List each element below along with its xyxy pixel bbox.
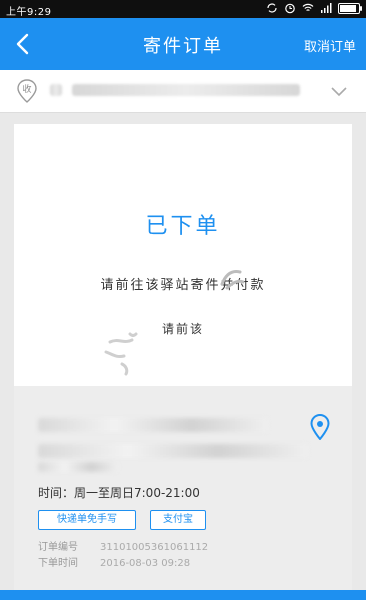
order-status-card: 已下单 请前往该驿站寄件并付款 请前该 (14, 124, 352, 386)
status-time: 上午9:29 (6, 7, 52, 18)
receiver-badge: 收 (22, 83, 31, 95)
blurred-station-address (38, 462, 118, 472)
chevron-down-icon[interactable] (330, 82, 348, 100)
cancel-order-button[interactable]: 取消订单 (304, 36, 356, 55)
signal-icon (321, 3, 332, 13)
blurred-address (72, 84, 300, 96)
order-time-label: 下单时间 (38, 558, 78, 569)
alarm-icon (285, 3, 295, 14)
order-sub-text: 请前该 (161, 322, 204, 336)
status-icons (266, 2, 362, 14)
order-number-label: 订单编号 (38, 542, 78, 553)
order-instruction: 请前往该驿站寄件并付款 (100, 278, 266, 293)
location-icon[interactable] (310, 414, 330, 440)
wifi-icon (302, 3, 314, 11)
battery-icon (338, 2, 362, 14)
status-bar: 上午9:29 (0, 0, 366, 18)
handwritten-mark (220, 270, 245, 290)
tag-no-handwriting: 快递单免手写 (38, 510, 136, 530)
order-time-row: 下单时间 2016-08-03 09:28 (38, 554, 190, 569)
station-hours: 时间：周一至周日7:00-21:00 (38, 486, 200, 500)
bottom-accent-bar (0, 590, 366, 600)
station-info: 时间：周一至周日7:00-21:00 快递单免手写 支付宝 订单编号 311010… (14, 386, 352, 600)
order-number-row: 订单编号 31101005361061112 (38, 538, 208, 553)
order-status: 已下单 (145, 214, 221, 239)
blurred-station-name (38, 418, 268, 432)
receiver-address-row[interactable]: 收 (0, 70, 366, 113)
blurred-name (50, 84, 62, 96)
sync-icon (267, 3, 277, 13)
tag-alipay: 支付宝 (150, 510, 206, 530)
order-time-value: 2016-08-03 09:28 (100, 558, 191, 569)
blurred-station-address (38, 444, 308, 458)
receiver-pin-icon: 收 (17, 79, 37, 103)
order-number-value: 31101005361061112 (100, 542, 209, 553)
handwritten-mark (104, 332, 138, 376)
nav-bar: 寄件订单 取消订单 (0, 18, 366, 70)
